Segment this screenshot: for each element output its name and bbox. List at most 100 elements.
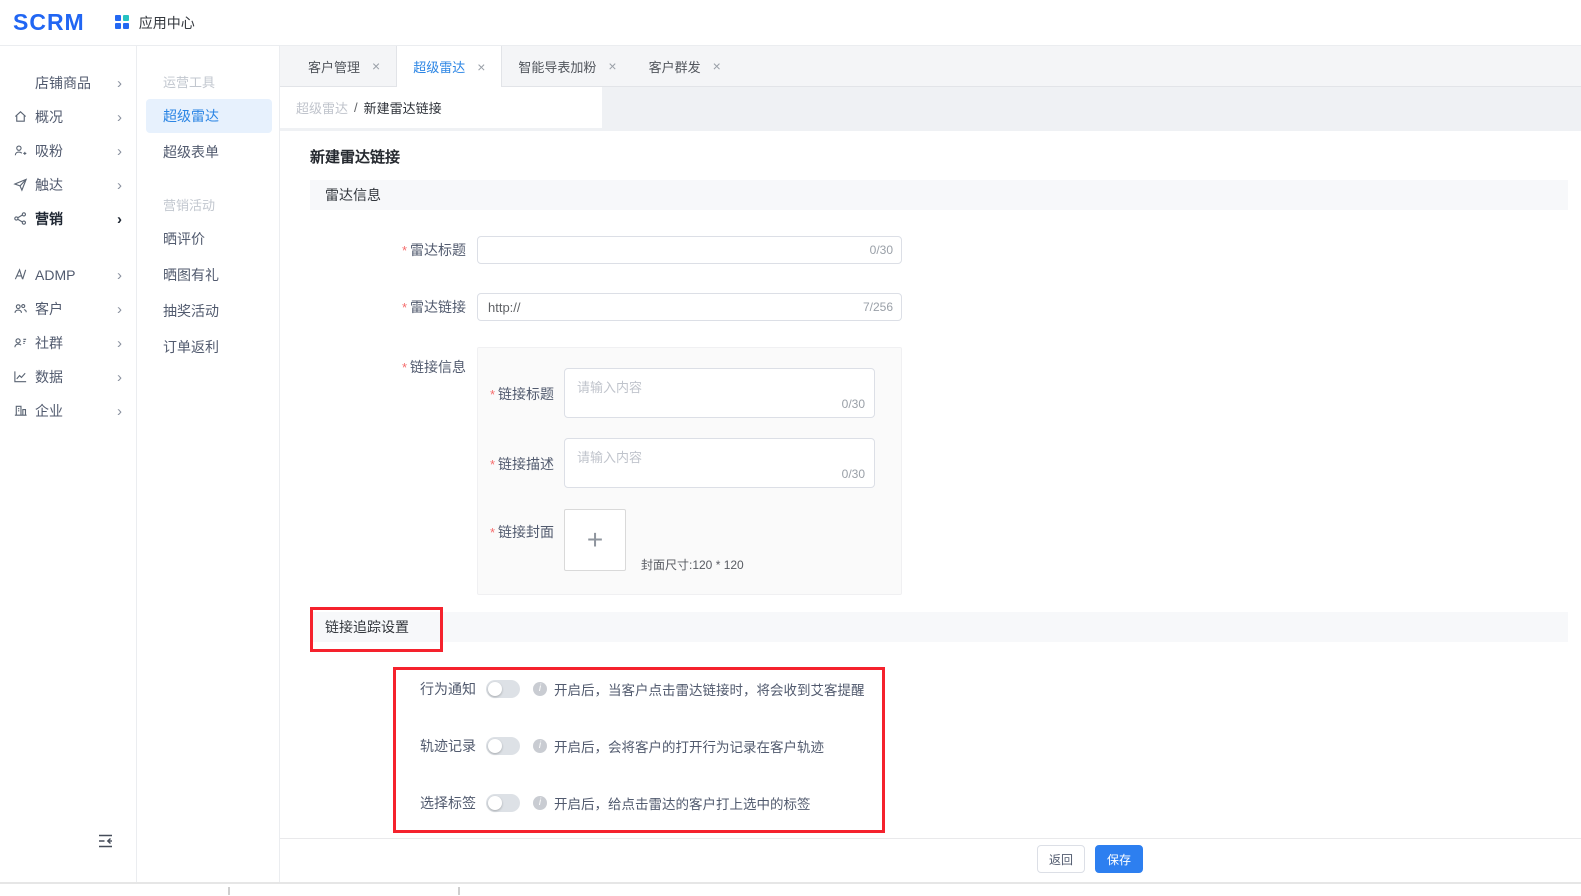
app-center-grid-icon[interactable] bbox=[115, 15, 130, 30]
link-desc-counter: 0/30 bbox=[842, 467, 865, 481]
link-desc-input[interactable] bbox=[564, 438, 875, 488]
behavior-notify-toggle[interactable] bbox=[486, 680, 520, 698]
chevron-right-icon: › bbox=[117, 212, 122, 227]
radar-title-label: 雷达标题 bbox=[410, 242, 466, 258]
link-desc-label: 链接描述 bbox=[498, 456, 554, 472]
app-center-label[interactable]: 应用中心 bbox=[139, 13, 195, 33]
link-info-label: *链接信息 bbox=[280, 357, 466, 377]
cover-upload-box[interactable]: + bbox=[564, 509, 626, 571]
required-mark: * bbox=[402, 243, 407, 258]
info-icon: i bbox=[533, 682, 547, 696]
select-tag-row: 选择标签 i 开启后，给点击雷达的客户打上选中的标签 bbox=[420, 792, 811, 814]
sidebar-item-enterprise[interactable]: 企业 › bbox=[0, 394, 136, 428]
chevron-right-icon: › bbox=[117, 144, 122, 159]
link-cover-label: 链接封面 bbox=[498, 524, 554, 540]
scrollbar-tick bbox=[458, 887, 460, 895]
tab-customer-management[interactable]: 客户管理 × bbox=[292, 46, 396, 86]
submenu-item-super-radar[interactable]: 超级雷达 bbox=[146, 99, 272, 133]
track-record-tip: 开启后，会将客户的打开行为记录在客户轨迹 bbox=[554, 736, 824, 756]
sidebar-item-overview[interactable]: 概况 › bbox=[0, 100, 136, 134]
blank-icon bbox=[13, 75, 35, 91]
radar-title-input[interactable] bbox=[477, 236, 902, 264]
link-info-panel: *链接标题 0/30 *链接描述 0/30 bbox=[477, 347, 902, 595]
form-footer: 返回 保存 bbox=[280, 838, 1581, 878]
close-icon[interactable]: × bbox=[372, 59, 380, 73]
sidebar-item-attract-fans[interactable]: 吸粉 › bbox=[0, 134, 136, 168]
scrm-logo: SCRM bbox=[13, 9, 85, 36]
tab-smart-import-fans[interactable]: 智能导表加粉 × bbox=[502, 46, 632, 86]
submenu-item-lottery[interactable]: 抽奖活动 bbox=[146, 294, 272, 328]
page-title: 新建雷达链接 bbox=[310, 146, 400, 167]
tab-super-radar[interactable]: 超级雷达 × bbox=[396, 46, 502, 87]
chevron-right-icon: › bbox=[117, 178, 122, 193]
chevron-right-icon: › bbox=[117, 110, 122, 125]
close-icon[interactable]: × bbox=[713, 59, 721, 73]
track-record-label: 轨迹记录 bbox=[420, 736, 478, 756]
breadcrumb-parent[interactable]: 超级雷达 bbox=[296, 98, 348, 117]
section-radar-info: 雷达信息 bbox=[310, 180, 1568, 210]
submenu-item-photo-reward[interactable]: 晒图有礼 bbox=[146, 258, 272, 292]
secondary-sidebar: 运营工具 超级雷达 超级表单 营销活动 晒评价 晒图有礼 抽奖活动 订单返利 bbox=[137, 46, 280, 883]
required-mark: * bbox=[490, 387, 495, 402]
section-link-tracking: 链接追踪设置 bbox=[310, 612, 1568, 642]
breadcrumb-row: 超级雷达 / 新建雷达链接 bbox=[280, 87, 1581, 131]
save-button[interactable]: 保存 bbox=[1095, 845, 1143, 873]
building-icon bbox=[13, 403, 35, 419]
share-nodes-icon bbox=[13, 211, 35, 227]
sidebar-item-reach[interactable]: 触达 › bbox=[0, 168, 136, 202]
chevron-right-icon: › bbox=[117, 268, 122, 283]
users-icon bbox=[13, 301, 35, 317]
breadcrumb-separator: / bbox=[354, 100, 358, 115]
chevron-right-icon: › bbox=[117, 336, 122, 351]
tab-customer-mass-send[interactable]: 客户群发 × bbox=[633, 46, 737, 86]
sidebar-item-data[interactable]: 数据 › bbox=[0, 360, 136, 394]
close-icon[interactable]: × bbox=[477, 60, 485, 74]
radar-link-counter: 7/256 bbox=[863, 300, 893, 314]
primary-sidebar: 店铺商品 › 概况 › 吸粉 › 触达 › 营销 › bbox=[0, 46, 137, 883]
link-desc-row: *链接描述 0/30 bbox=[478, 438, 875, 488]
submenu-item-super-form[interactable]: 超级表单 bbox=[146, 135, 272, 169]
track-record-toggle[interactable] bbox=[486, 737, 520, 755]
select-tag-toggle[interactable] bbox=[486, 794, 520, 812]
back-button[interactable]: 返回 bbox=[1037, 845, 1085, 873]
top-bar: SCRM 应用中心 bbox=[0, 0, 1581, 46]
submenu-group-title: 运营工具 bbox=[163, 72, 279, 91]
submenu-item-order-rebate[interactable]: 订单返利 bbox=[146, 330, 272, 364]
plus-icon: + bbox=[587, 526, 603, 554]
submenu-item-review-share[interactable]: 晒评价 bbox=[146, 222, 272, 256]
select-tag-label: 选择标签 bbox=[420, 793, 478, 813]
sidebar-item-marketing[interactable]: 营销 › bbox=[0, 202, 136, 236]
required-mark: * bbox=[402, 300, 407, 315]
behavior-notify-label: 行为通知 bbox=[420, 679, 478, 699]
sidebar-item-admp[interactable]: ADMP › bbox=[0, 258, 136, 292]
link-title-label: 链接标题 bbox=[498, 386, 554, 402]
app-window: SCRM 应用中心 店铺商品 › 概况 › 吸粉 › bbox=[0, 0, 1581, 896]
behavior-notify-row: 行为通知 i 开启后，当客户点击雷达链接时，将会收到艾客提醒 bbox=[420, 678, 865, 700]
close-icon[interactable]: × bbox=[608, 59, 616, 73]
radar-link-label: 雷达链接 bbox=[410, 299, 466, 315]
info-icon: i bbox=[533, 739, 547, 753]
sidebar-item-customers[interactable]: 客户 › bbox=[0, 292, 136, 326]
collapse-sidebar-icon[interactable] bbox=[97, 833, 119, 851]
user-add-icon bbox=[13, 143, 35, 159]
breadcrumb-current: 新建雷达链接 bbox=[364, 98, 442, 117]
link-title-input[interactable] bbox=[564, 368, 875, 418]
send-icon bbox=[13, 177, 35, 193]
required-mark: * bbox=[490, 457, 495, 472]
radar-title-row: *雷达标题 0/30 bbox=[280, 236, 902, 264]
required-mark: * bbox=[490, 525, 495, 540]
track-record-row: 轨迹记录 i 开启后，会将客户的打开行为记录在客户轨迹 bbox=[420, 735, 824, 757]
admp-icon bbox=[13, 267, 35, 283]
radar-link-input[interactable] bbox=[477, 293, 902, 321]
cover-size-hint: 封面尺寸:120 * 120 bbox=[641, 556, 744, 573]
sidebar-item-community[interactable]: 社群 › bbox=[0, 326, 136, 360]
group-icon bbox=[13, 335, 35, 351]
breadcrumb: 超级雷达 / 新建雷达链接 bbox=[280, 87, 602, 128]
required-mark: * bbox=[402, 360, 407, 375]
select-tag-tip: 开启后，给点击雷达的客户打上选中的标签 bbox=[554, 793, 811, 813]
sidebar-item-shop-goods[interactable]: 店铺商品 › bbox=[0, 66, 136, 100]
link-title-row: *链接标题 0/30 bbox=[478, 368, 875, 418]
radar-title-counter: 0/30 bbox=[870, 243, 893, 257]
bottom-divider bbox=[0, 882, 1581, 884]
submenu-group-title: 营销活动 bbox=[163, 195, 279, 214]
